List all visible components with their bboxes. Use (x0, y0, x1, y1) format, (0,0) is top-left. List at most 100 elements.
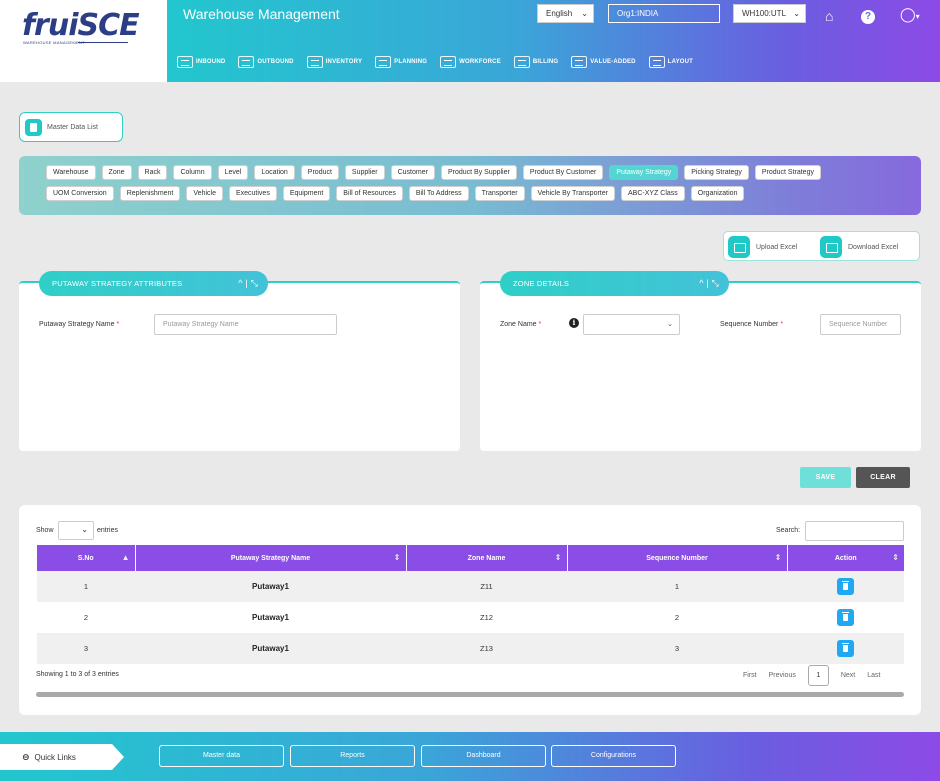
language-select[interactable]: English ⌄ (537, 4, 594, 23)
help-icon[interactable]: ? (861, 10, 875, 24)
home-icon[interactable]: ⌂ (825, 8, 833, 24)
clear-button[interactable]: CLEAR (856, 467, 910, 488)
tag-picking-strategy[interactable]: Picking Strategy (684, 165, 749, 180)
pager-last[interactable]: Last (867, 672, 880, 679)
col-label: Action (834, 554, 857, 562)
horizontal-scrollbar[interactable] (36, 692, 904, 697)
col-zone-name[interactable]: Zone Name ⇕ (406, 545, 568, 571)
tag-warehouse[interactable]: Warehouse (46, 165, 96, 180)
sort-icon: ⇕ (393, 553, 401, 562)
nav-label: PLANNING (394, 59, 428, 65)
col-action[interactable]: Action ⇕ (787, 545, 904, 571)
search-input[interactable] (805, 521, 904, 541)
master-data-list-label: Master Data List (47, 123, 98, 131)
sequence-number-label: Sequence Number * (720, 321, 783, 328)
tag-equipment[interactable]: Equipment (282, 186, 331, 201)
nav-label: INVENTORY (325, 59, 363, 65)
delete-icon[interactable] (837, 609, 854, 626)
required-mark: * (116, 321, 120, 328)
footer-reports-button[interactable]: Reports (290, 745, 415, 767)
download-excel-button[interactable]: Download Excel (820, 236, 898, 258)
tag-putaway-strategy[interactable]: Putaway Strategy (609, 165, 679, 180)
save-button[interactable]: SAVE (800, 467, 851, 488)
footer-dashboard-button[interactable]: Dashboard (421, 745, 546, 767)
delete-icon[interactable] (837, 640, 854, 657)
footer-configurations-button[interactable]: Configurations (551, 745, 676, 767)
master-data-list-button[interactable]: Master Data List (19, 112, 123, 142)
collapse-expand-controls[interactable]: ^ | ⤡ (238, 271, 258, 296)
entries-select[interactable]: ⌄ (58, 521, 94, 540)
user-icon[interactable]: ◯▾ (900, 6, 920, 23)
nav-workforce[interactable]: WORKFORCE (440, 54, 501, 70)
upload-excel-button[interactable]: Upload Excel (728, 236, 797, 258)
pager-next[interactable]: Next (841, 672, 855, 679)
pager-current[interactable]: 1 (807, 665, 829, 686)
search-label: Search: (776, 527, 801, 534)
layout-icon (648, 56, 665, 68)
tag-abc-xyz-class[interactable]: ABC-XYZ Class (620, 186, 685, 201)
pager-previous[interactable]: Previous (769, 672, 796, 679)
putaway-name-input[interactable]: Putaway Strategy Name (154, 314, 337, 335)
tag-bill-of-resources[interactable]: Bill of Resources (336, 186, 403, 201)
tag-column[interactable]: Column (173, 165, 212, 180)
tag-vehicle[interactable]: Vehicle (186, 186, 223, 201)
nav-billing[interactable]: BILLING (513, 54, 558, 70)
tag-zone[interactable]: Zone (101, 165, 132, 180)
strategy-table-card: Show ⌄ entries Search: S.No ▲ Putaway Str… (19, 505, 921, 715)
upload-icon (728, 236, 750, 258)
nav-planning[interactable]: PLANNING (375, 54, 427, 70)
tag-replenishment[interactable]: Replenishment (119, 186, 181, 201)
link-icon: ⊖ (22, 751, 30, 762)
tag-product-strategy[interactable]: Product Strategy (754, 165, 821, 180)
sequence-number-input[interactable]: Sequence Number (820, 314, 901, 335)
warehouse-select[interactable]: WH100:UTL ⌄ (733, 4, 806, 23)
cell-action (787, 571, 904, 602)
nav-value-added[interactable]: VALUE-ADDED (571, 54, 636, 70)
chevron-down-icon: ⌄ (81, 525, 88, 534)
tag-product[interactable]: Product (300, 165, 339, 180)
nav-inventory[interactable]: INVENTORY (306, 54, 363, 70)
tag-customer[interactable]: Customer (390, 165, 435, 180)
zone-name-select[interactable]: ⌄ (583, 314, 680, 335)
chevron-down-icon: ⌄ (581, 9, 588, 18)
cell-action (787, 602, 904, 633)
nav-layout[interactable]: LAYOUT (648, 54, 693, 70)
footer-master-data-button[interactable]: Master data (159, 745, 284, 767)
tag-product-by-supplier[interactable]: Product By Supplier (440, 165, 517, 180)
tag-transporter[interactable]: Transporter (474, 186, 525, 201)
collapse-expand-controls[interactable]: ^ | ⤡ (699, 271, 719, 296)
tag-level[interactable]: Level (217, 165, 249, 180)
tag-product-by-customer[interactable]: Product By Customer (522, 165, 604, 180)
app-header: fruiSCE WAREHOUSE MANAGEMENT Warehouse M… (0, 0, 940, 82)
putaway-name-label: Putaway Strategy Name * (39, 321, 119, 328)
cell-name: Putaway1 (135, 602, 406, 633)
col-sequence-number[interactable]: Sequence Number ⇕ (567, 545, 788, 571)
zone-details-panel: ZONE DETAILS ^ | ⤡ Zone Name * i ⌄ Seque… (480, 271, 921, 451)
org-field[interactable]: Org1:INDIA (608, 4, 720, 23)
nav-inbound[interactable]: INBOUND (177, 54, 225, 70)
col-putaway-strategy-name[interactable]: Putaway Strategy Name ⇕ (135, 545, 407, 571)
tag-supplier[interactable]: Supplier (344, 165, 385, 180)
attributes-panel-header: PUTAWAY STRATEGY ATTRIBUTES ^ | ⤡ (39, 271, 268, 296)
cell-name: Putaway1 (135, 633, 406, 664)
top-bar: Warehouse Management English ⌄ Org1:INDI… (167, 0, 940, 82)
tag-rack[interactable]: Rack (137, 165, 168, 180)
tag-uom-conversion[interactable]: UOM Conversion (46, 186, 114, 201)
tag-vehicle-by-transporter[interactable]: Vehicle By Transporter (530, 186, 615, 201)
attributes-panel: PUTAWAY STRATEGY ATTRIBUTES ^ | ⤡ Putawa… (19, 271, 460, 451)
tag-location[interactable]: Location (254, 165, 295, 180)
col-sno[interactable]: S.No ▲ (37, 545, 136, 571)
logo[interactable]: fruiSCE WAREHOUSE MANAGEMENT (0, 0, 167, 82)
tag-executives[interactable]: Executives (228, 186, 277, 201)
tag-organization[interactable]: Organization (690, 186, 745, 201)
sort-icon: ⇕ (774, 553, 782, 562)
delete-icon[interactable] (837, 578, 854, 595)
pager-first[interactable]: First (743, 672, 757, 679)
tag-bill-to-address[interactable]: Bill To Address (408, 186, 469, 201)
sort-icon: ⇕ (554, 553, 562, 562)
nav-outbound[interactable]: OUTBOUND (238, 54, 293, 70)
nav-label: INBOUND (196, 59, 226, 65)
planning-icon (375, 56, 392, 68)
quick-links[interactable]: ⊖ Quick Links (0, 744, 124, 770)
info-icon[interactable]: i (569, 318, 579, 328)
